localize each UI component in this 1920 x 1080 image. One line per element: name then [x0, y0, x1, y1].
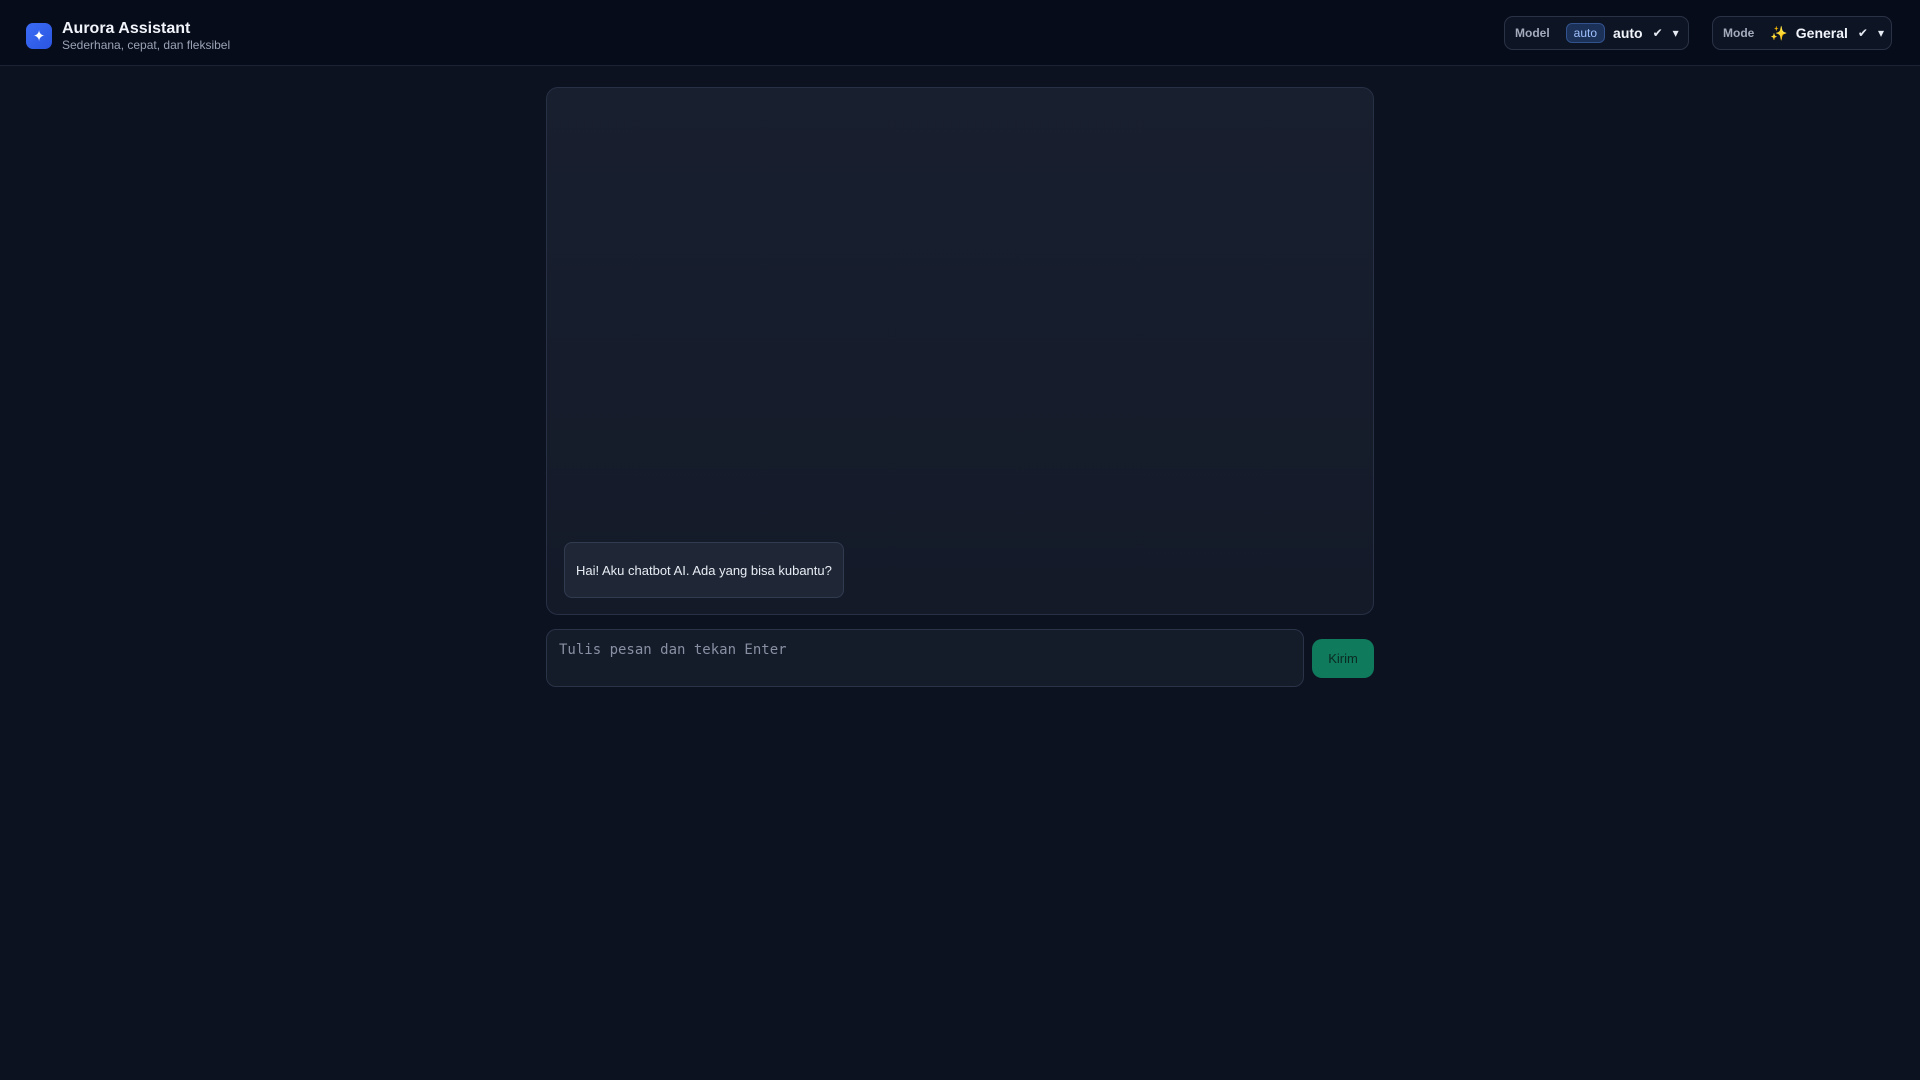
model-label: Model [1515, 26, 1550, 40]
check-icon: ✔ [1652, 26, 1663, 40]
model-badge: auto [1565, 23, 1606, 43]
brand-text: Aurora Assistant Sederhana, cepat, dan f… [62, 20, 230, 52]
message-input[interactable] [546, 629, 1304, 687]
chevron-down-icon[interactable]: ▾ [1878, 26, 1884, 40]
sparkle-icon: ✦ [26, 23, 52, 49]
model-value: auto [1613, 25, 1643, 41]
brand: ✦ Aurora Assistant Sederhana, cepat, dan… [26, 20, 230, 52]
sparkles-icon: ✨ [1770, 24, 1788, 41]
mode-selector[interactable]: Mode ✨ General ✔ ▾ [1712, 16, 1892, 50]
app-subtitle: Sederhana, cepat, dan fleksibel [62, 38, 231, 52]
chat-panel[interactable]: Hai! Aku chatbot AI. Ada yang bisa kuban… [546, 87, 1374, 615]
assistant-message: Hai! Aku chatbot AI. Ada yang bisa kuban… [564, 542, 844, 598]
mode-value: General [1795, 25, 1848, 41]
send-button[interactable]: Kirim [1312, 639, 1374, 678]
app-title: Aurora Assistant [62, 20, 191, 37]
model-selector[interactable]: Model auto auto ✔ ▾ [1504, 16, 1689, 50]
check-icon: ✔ [1857, 26, 1868, 40]
app-header: ✦ Aurora Assistant Sederhana, cepat, dan… [0, 0, 1920, 66]
chevron-down-icon[interactable]: ▾ [1673, 26, 1679, 40]
mode-label: Mode [1723, 26, 1755, 40]
